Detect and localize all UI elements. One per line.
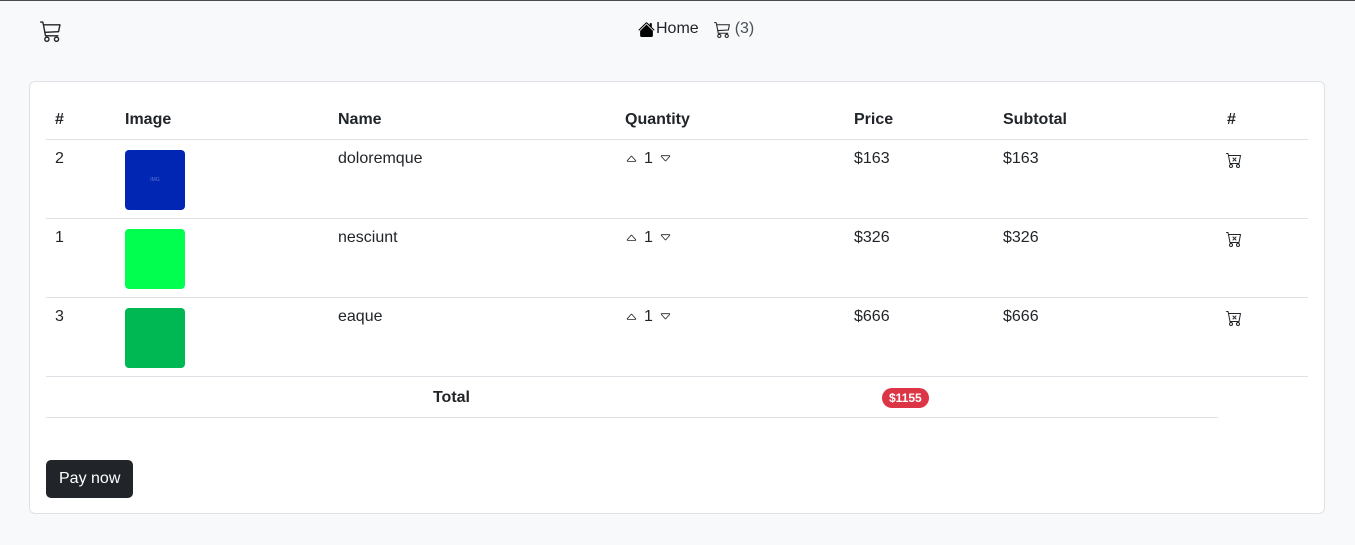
table-row: 1 nesciunt 1 $326 $326 (46, 218, 1308, 298)
nav-home-link[interactable]: Home (638, 20, 699, 38)
product-image (125, 307, 185, 368)
product-name: doloremque (329, 139, 616, 219)
decrease-quantity-icon[interactable] (659, 310, 672, 323)
quantity-stepper: 1 (625, 150, 837, 168)
col-header-name: Name (329, 100, 616, 140)
product-name: eaque (329, 297, 616, 377)
decrease-quantity-icon[interactable] (659, 231, 672, 244)
col-header-index: # (46, 100, 116, 140)
table-row: 2 IMG doloremque 1 $163 $163 (46, 139, 1308, 219)
home-icon (638, 21, 655, 37)
increase-quantity-icon[interactable] (625, 310, 638, 323)
product-name: nesciunt (329, 218, 616, 298)
cart-icon[interactable] (40, 20, 62, 42)
cart-icon (713, 21, 730, 38)
quantity-stepper: 1 (625, 229, 837, 247)
product-image (125, 228, 185, 289)
remove-from-cart-icon[interactable] (1226, 310, 1242, 326)
table-header-row: # Image Name Quantity Price Subtotal # (46, 100, 1308, 140)
col-header-image: Image (116, 100, 329, 140)
product-subtotal: $326 (994, 218, 1218, 298)
table-row: 3 eaque 1 $666 $666 (46, 297, 1308, 377)
decrease-quantity-icon[interactable] (659, 152, 672, 165)
col-header-subtotal: Subtotal (994, 100, 1218, 140)
quantity-value: 1 (644, 307, 653, 325)
row-id: 1 (46, 218, 116, 298)
product-price: $326 (845, 218, 994, 298)
quantity-value: 1 (644, 149, 653, 167)
increase-quantity-icon[interactable] (625, 152, 638, 165)
navbar: Home (3) (0, 1, 1355, 61)
product-price: $163 (845, 139, 994, 219)
col-header-action: # (1218, 100, 1308, 140)
col-header-price: Price (845, 100, 994, 140)
increase-quantity-icon[interactable] (625, 231, 638, 244)
row-id: 3 (46, 297, 116, 377)
product-subtotal: $666 (994, 297, 1218, 377)
nav-links: Home (3) (638, 20, 754, 38)
remove-from-cart-icon[interactable] (1226, 231, 1242, 247)
cart-count: (3) (734, 20, 755, 37)
quantity-value: 1 (644, 228, 653, 246)
remove-from-cart-icon[interactable] (1226, 152, 1242, 168)
product-price: $666 (845, 297, 994, 377)
quantity-stepper: 1 (625, 308, 837, 326)
col-header-quantity: Quantity (616, 100, 845, 140)
cart-table: # Image Name Quantity Price Subtotal # 2… (46, 100, 1308, 418)
total-label: Total (432, 388, 470, 406)
nav-cart-link[interactable]: (3) (713, 20, 755, 38)
row-id: 2 (46, 139, 116, 219)
product-image: IMG (125, 149, 185, 210)
total-badge: $1155 (882, 387, 929, 408)
total-row: Total $1155 (46, 376, 1308, 418)
product-subtotal: $163 (994, 139, 1218, 219)
pay-now-button[interactable]: Pay now (46, 460, 134, 498)
nav-home-label: Home (656, 20, 699, 37)
cart-card: # Image Name Quantity Price Subtotal # 2… (29, 81, 1325, 514)
